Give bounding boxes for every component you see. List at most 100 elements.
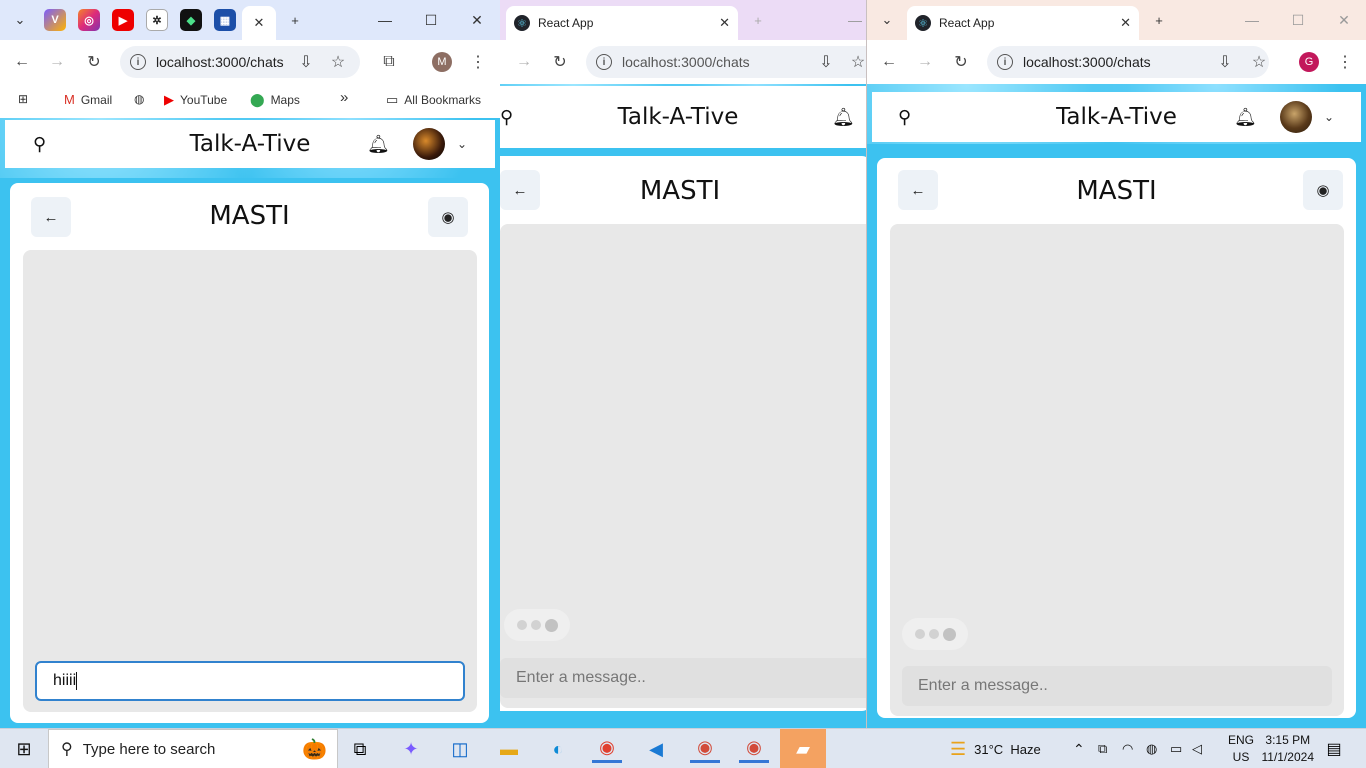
user-avatar[interactable] xyxy=(413,128,445,160)
browser-window-1: ⌄ V ◎ ▶ ✲ ◆ ▦ ✕ + — ☐ ✕ ← → ↻ i localhos… xyxy=(0,0,500,728)
copilot-icon[interactable]: ✦ xyxy=(397,735,425,763)
active-tab[interactable]: ⚛ React App ✕ xyxy=(506,6,738,40)
chevron-down-icon[interactable]: ⌄ xyxy=(1324,110,1334,124)
install-app-icon[interactable]: ⇩ xyxy=(1213,50,1237,74)
edge-icon[interactable]: ◐ xyxy=(544,735,572,763)
close-tab-icon[interactable]: ✕ xyxy=(719,15,730,31)
pinned-tab-mongodb[interactable]: ◆ xyxy=(180,9,202,31)
text-cursor xyxy=(76,672,78,690)
message-input[interactable]: Enter a message.. xyxy=(500,658,866,698)
pinned-tab-dashboard[interactable]: ▦ xyxy=(214,9,236,31)
chrome-icon[interactable]: ◉ xyxy=(592,735,622,763)
tab-strip: ⌄ V ◎ ▶ ✲ ◆ ▦ ✕ + — ☐ ✕ xyxy=(0,0,500,40)
folder-icon[interactable]: ▰ xyxy=(780,729,826,768)
view-details-eye-icon[interactable]: ◉ xyxy=(428,197,468,237)
app-header: ⚲ Talk-A-Tive 🔔︎ xyxy=(500,86,866,148)
language-indicator[interactable]: ENG US xyxy=(1228,732,1254,766)
install-app-icon[interactable]: ⇩ xyxy=(294,50,318,74)
halloween-pumpkin-icon: 🎃 xyxy=(302,738,327,761)
notification-bell-icon[interactable]: 🔔︎ xyxy=(1234,107,1257,128)
more-bookmarks-icon[interactable]: » xyxy=(340,89,348,106)
bookmark-gmail[interactable]: M Gmail xyxy=(64,92,112,107)
app-header: ⚲ Talk-A-Tive 🔔︎ ⌄ xyxy=(5,120,495,168)
minimize-icon[interactable]: — xyxy=(1229,8,1275,32)
site-info-icon[interactable]: i xyxy=(130,54,146,70)
battery-icon[interactable]: ▭ xyxy=(1170,729,1182,768)
all-bookmarks-folder[interactable]: ▭ All Bookmarks xyxy=(386,92,481,108)
file-explorer-icon[interactable]: ▬ xyxy=(495,735,523,763)
browser-toolbar: ← → ↻ i localhost:3000/chats ⇩ ☆ G ⋮ xyxy=(867,40,1366,84)
notification-bell-icon[interactable]: 🔔︎ xyxy=(832,107,855,128)
new-tab-button[interactable]: + xyxy=(282,8,308,32)
bookmark-youtube[interactable]: ▶ YouTube xyxy=(164,92,227,108)
bookmark-star-icon[interactable]: ☆ xyxy=(326,50,350,74)
clock[interactable]: 3:15 PM 11/1/2024 xyxy=(1262,732,1315,766)
bookmark-star-icon[interactable]: ☆ xyxy=(1247,50,1271,74)
apps-grid-icon[interactable]: ⊞ xyxy=(18,92,28,106)
new-tab-button[interactable]: + xyxy=(745,8,771,32)
notifications-icon[interactable]: ▤ xyxy=(1322,735,1346,763)
pinned-tab-chatgpt[interactable]: ✲ xyxy=(146,9,168,31)
maximize-icon[interactable]: ☐ xyxy=(408,8,454,32)
vpn-icon[interactable]: ◍ xyxy=(1146,729,1157,768)
site-info-icon[interactable]: i xyxy=(596,54,612,70)
windows-start-icon[interactable]: ⊞ xyxy=(12,735,36,763)
profile-avatar[interactable]: G xyxy=(1299,52,1319,72)
pinned-tab-youtube[interactable]: ▶ xyxy=(112,9,134,31)
active-tab[interactable]: ✕ xyxy=(242,6,276,40)
site-info-icon[interactable]: i xyxy=(997,54,1013,70)
globe-icon[interactable]: ◍ xyxy=(134,92,144,106)
close-tab-icon[interactable]: ✕ xyxy=(254,15,265,31)
pinned-tab-instagram[interactable]: ◎ xyxy=(78,9,100,31)
browser-toolbar: → ↻ i localhost:3000/chats ⇩ ☆ xyxy=(500,40,866,84)
task-view-icon[interactable]: ⧉ xyxy=(348,735,372,763)
minimize-icon[interactable]: — xyxy=(832,8,866,32)
chrome-profile-2-icon[interactable]: ◉ xyxy=(739,735,769,763)
maximize-icon[interactable]: ☐ xyxy=(1275,8,1321,32)
close-window-icon[interactable]: ✕ xyxy=(454,8,500,32)
new-tab-button[interactable]: + xyxy=(1146,8,1172,32)
typing-indicator xyxy=(504,609,570,641)
taskbar-search-box[interactable]: ⚲ Type here to search 🎃 xyxy=(48,729,338,768)
chevron-down-icon[interactable]: ⌄ xyxy=(457,137,467,151)
url-text: localhost:3000/chats xyxy=(622,54,750,70)
back-arrow-icon[interactable]: ← xyxy=(10,50,34,74)
menu-kebab-icon[interactable]: ⋮ xyxy=(466,50,490,74)
pinned-tab-vite[interactable]: V xyxy=(44,9,66,31)
view-details-eye-icon[interactable]: ◉ xyxy=(1303,170,1343,210)
forward-arrow-icon[interactable]: → xyxy=(913,50,937,74)
bookmark-star-icon[interactable]: ☆ xyxy=(846,50,866,74)
forward-arrow-icon[interactable]: → xyxy=(45,50,69,74)
outlook-icon[interactable]: ◫ xyxy=(446,735,474,763)
tab-search-button[interactable]: ⌄ xyxy=(874,8,900,32)
notification-bell-icon[interactable]: 🔔︎ xyxy=(367,134,390,155)
minimize-icon[interactable]: — xyxy=(362,8,408,32)
close-window-icon[interactable]: ✕ xyxy=(1321,8,1366,32)
haze-icon: ☰ xyxy=(950,738,967,759)
back-arrow-icon[interactable]: ← xyxy=(877,50,901,74)
user-avatar[interactable] xyxy=(1280,101,1312,133)
install-app-icon[interactable]: ⇩ xyxy=(814,50,838,74)
chrome-profile-icon[interactable]: ◉ xyxy=(690,735,720,763)
browser-toolbar: ← → ↻ i localhost:3000/chats ⇩ ☆ ⧉ M ⋮ xyxy=(0,40,500,84)
close-tab-icon[interactable]: ✕ xyxy=(1120,15,1131,31)
vscode-icon[interactable]: ◀ xyxy=(641,735,671,763)
reload-icon[interactable]: ↻ xyxy=(949,50,973,74)
volume-icon[interactable]: ◁ xyxy=(1192,729,1202,768)
message-input[interactable]: hiiii xyxy=(35,661,465,701)
show-hidden-icons-icon[interactable]: ⌃ xyxy=(1073,729,1085,768)
tab-search-button[interactable]: ⌄ xyxy=(7,8,33,32)
address-bar[interactable]: i localhost:3000/chats xyxy=(120,46,360,78)
forward-arrow-icon[interactable]: → xyxy=(512,50,536,74)
message-input[interactable]: Enter a message.. xyxy=(902,666,1332,706)
extensions-icon[interactable]: ⧉ xyxy=(377,50,401,74)
network-icon[interactable]: ◠ xyxy=(1122,729,1133,768)
profile-avatar[interactable]: M xyxy=(432,52,452,72)
meet-now-icon[interactable]: ⧉ xyxy=(1098,729,1107,768)
active-tab[interactable]: ⚛ React App ✕ xyxy=(907,6,1139,40)
weather-widget[interactable]: ☰ 31°C Haze xyxy=(950,729,1041,768)
reload-icon[interactable]: ↻ xyxy=(548,50,572,74)
bookmark-maps[interactable]: ⬤ Maps xyxy=(250,92,300,108)
menu-kebab-icon[interactable]: ⋮ xyxy=(1333,50,1357,74)
reload-icon[interactable]: ↻ xyxy=(82,50,106,74)
